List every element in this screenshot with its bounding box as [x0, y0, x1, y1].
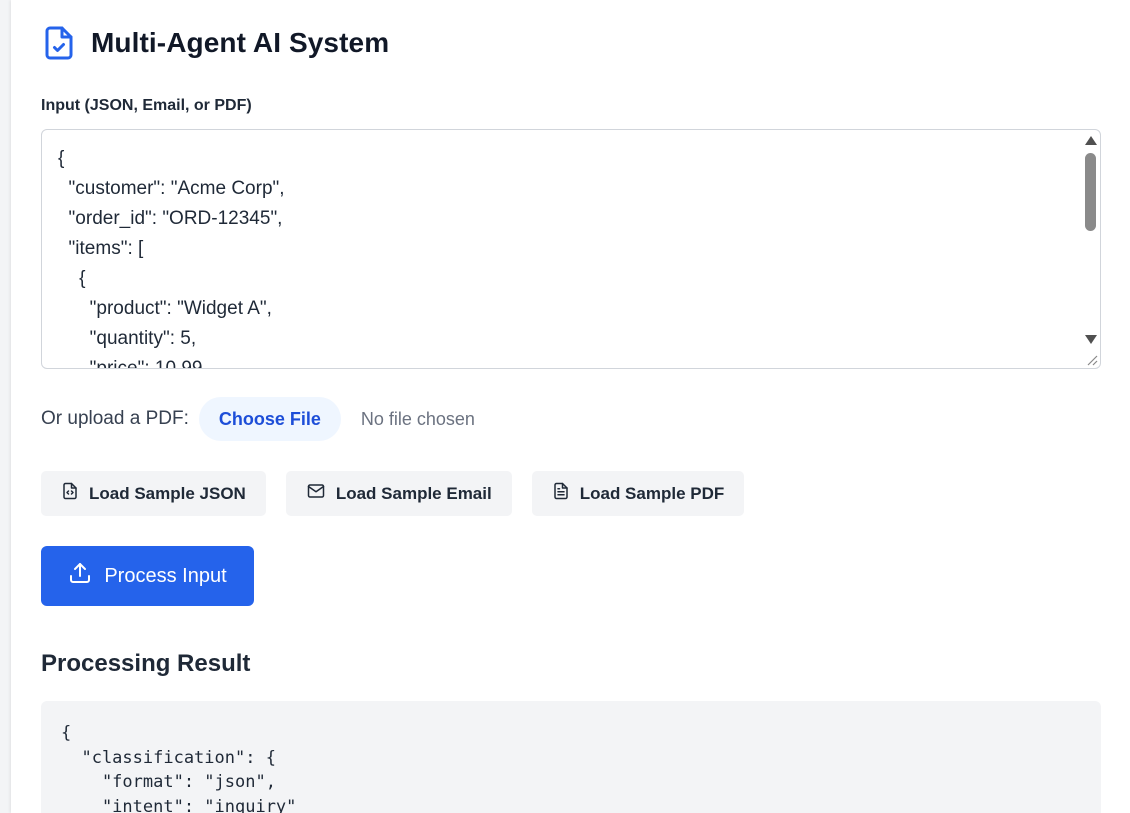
load-sample-email-label: Load Sample Email: [335, 483, 492, 503]
main-card: Multi-Agent AI System Input (JSON, Email…: [11, 0, 1130, 813]
file-text-icon: [552, 482, 570, 505]
load-sample-pdf-button[interactable]: Load Sample PDF: [531, 471, 745, 516]
scroll-up-arrow-icon[interactable]: [1085, 136, 1097, 145]
choose-file-button[interactable]: Choose File: [198, 397, 341, 441]
file-status: No file chosen: [360, 408, 475, 429]
load-sample-pdf-label: Load Sample PDF: [579, 483, 725, 503]
mail-icon: [306, 482, 326, 505]
upload-icon: [68, 561, 92, 591]
file-code-icon: [61, 482, 79, 505]
resize-grip-icon[interactable]: [1084, 352, 1098, 366]
input-textarea-content[interactable]: { "customer": "Acme Corp", "order_id": "…: [58, 144, 1078, 368]
load-sample-email-button[interactable]: Load Sample Email: [285, 471, 512, 516]
result-output: { "classification": { "format": "json", …: [41, 701, 1101, 813]
process-input-button[interactable]: Process Input: [41, 546, 254, 606]
textarea-scrollbar[interactable]: [1082, 130, 1100, 368]
input-textarea[interactable]: { "customer": "Acme Corp", "order_id": "…: [41, 129, 1101, 369]
load-sample-json-button[interactable]: Load Sample JSON: [41, 471, 266, 516]
sample-buttons: Load Sample JSON Load Sample Email Load …: [41, 471, 745, 516]
upload-row: Or upload a PDF: Choose File No file cho…: [41, 397, 475, 441]
load-sample-json-label: Load Sample JSON: [89, 483, 246, 503]
scroll-down-arrow-icon[interactable]: [1085, 335, 1097, 344]
scroll-thumb[interactable]: [1085, 153, 1096, 231]
result-output-content: { "classification": { "format": "json", …: [61, 723, 297, 813]
page-header: Multi-Agent AI System: [41, 24, 389, 62]
result-title: Processing Result: [41, 650, 251, 677]
page-title: Multi-Agent AI System: [91, 27, 390, 58]
file-check-icon: [41, 24, 77, 62]
input-label: Input (JSON, Email, or PDF): [41, 97, 252, 114]
upload-label: Or upload a PDF:: [41, 408, 189, 429]
process-input-label: Process Input: [104, 564, 227, 587]
